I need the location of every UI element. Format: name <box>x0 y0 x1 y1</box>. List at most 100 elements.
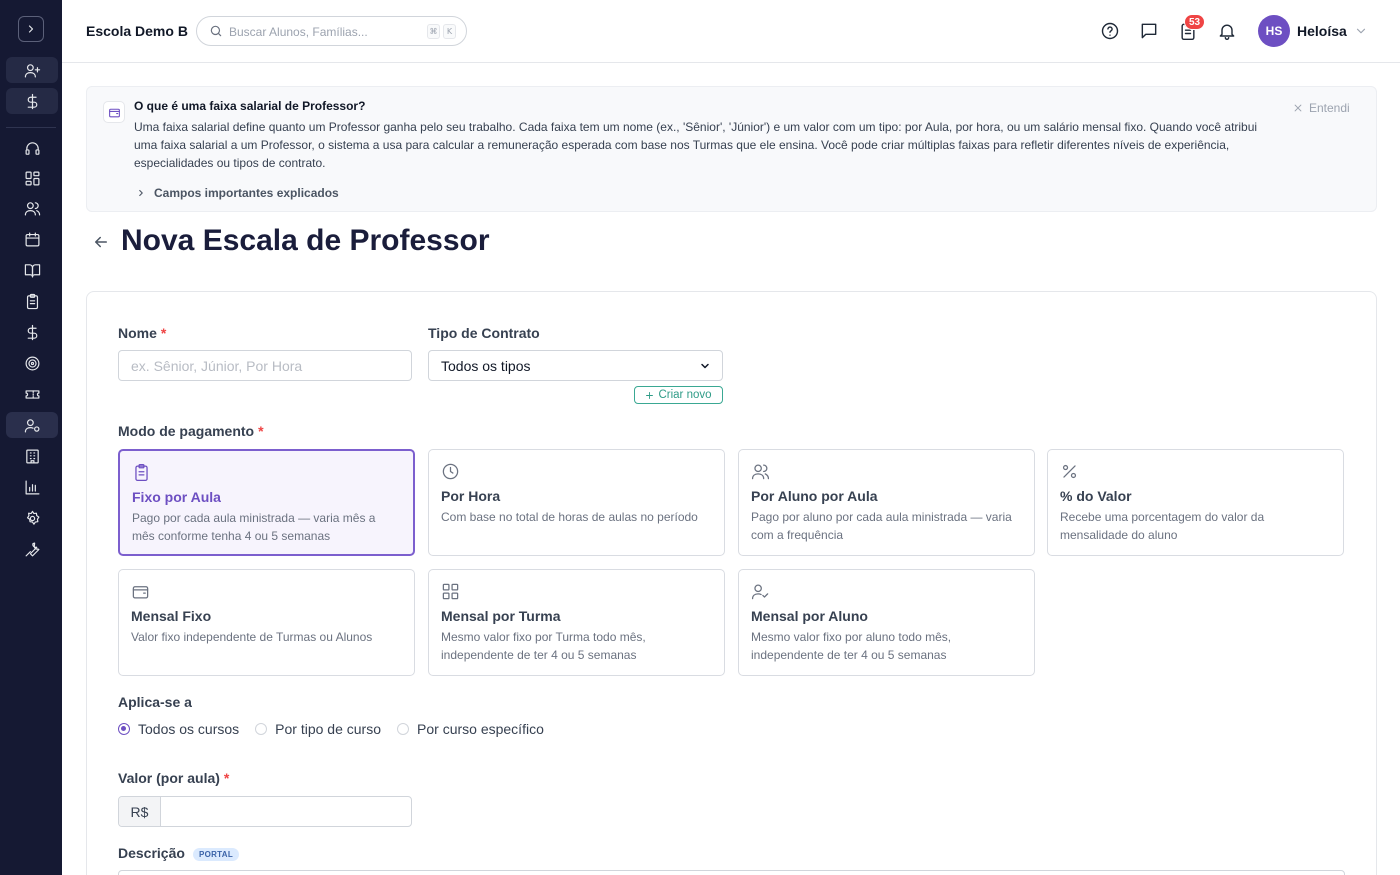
back-arrow-icon[interactable] <box>92 233 110 251</box>
payment-mode-monthly-fixed[interactable]: Mensal Fixo Valor fixo independente de T… <box>118 569 415 676</box>
close-icon <box>1294 104 1302 112</box>
shortcut-key-cmd: ⌘ <box>427 24 440 39</box>
banner-expand-toggle[interactable]: Campos importantes explicados <box>136 186 339 200</box>
create-contract-type-button[interactable]: Criar novo <box>634 386 723 404</box>
clipboard-icon <box>26 293 38 309</box>
user-check-icon <box>751 584 769 600</box>
payment-mode-percentage[interactable]: % do Valor Recebe uma porcentagem do val… <box>1047 449 1344 556</box>
payment-mode-title: % do Valor <box>1060 488 1132 504</box>
sidebar-item-school[interactable] <box>6 443 58 469</box>
radio-button[interactable] <box>118 723 130 735</box>
sidebar-item-reports[interactable] <box>6 474 58 500</box>
calendar-icon <box>25 232 39 246</box>
sidebar-item-add-student[interactable] <box>6 57 58 83</box>
contract-type-value: Todos os tipos <box>441 357 531 374</box>
users-icon <box>751 464 770 480</box>
search-input[interactable] <box>229 22 419 41</box>
banner-dismiss-button[interactable]: Entendi <box>1293 101 1350 115</box>
sidebar-item-attendance[interactable] <box>6 288 58 314</box>
sidebar-item-settings[interactable] <box>6 505 58 531</box>
radio-label: Por curso específico <box>417 721 544 737</box>
sidebar-item-people[interactable] <box>6 195 58 221</box>
currency-prefix: R$ <box>119 797 161 826</box>
sidebar-item-tools[interactable] <box>6 536 58 562</box>
user-cog-icon <box>24 418 39 432</box>
description-field-label: Descrição PORTAL <box>118 845 240 861</box>
payment-mode-hourly[interactable]: Por Hora Com base no total de horas de a… <box>428 449 725 556</box>
value-input[interactable] <box>162 797 410 826</box>
wrench-icon <box>25 542 39 556</box>
wallet-icon <box>108 108 120 117</box>
payment-mode-fixed-per-class[interactable]: Fixo por Aula Pago por cada aula ministr… <box>118 449 415 556</box>
top-bar: Escola Demo B ⌘ K 53 HS Heloísa <box>62 0 1400 63</box>
contract-type-select[interactable]: Todos os tipos <box>428 350 723 381</box>
payment-mode-title: Por Aluno por Aula <box>751 488 878 504</box>
info-banner: O que é uma faixa salarial de Professor?… <box>86 86 1377 212</box>
bell-icon <box>1219 24 1235 40</box>
payment-mode-description: Com base no total de horas de aulas no p… <box>441 510 698 524</box>
sidebar-item-payment[interactable] <box>6 88 58 114</box>
sidebar-item-teachers[interactable] <box>6 412 58 438</box>
dollar-icon <box>27 324 37 340</box>
notifications-button[interactable] <box>1217 21 1237 41</box>
user-name[interactable]: Heloísa <box>1297 23 1347 39</box>
radio-label: Todos os cursos <box>138 721 240 737</box>
user-avatar[interactable]: HS <box>1258 15 1290 47</box>
school-name: Escola Demo B <box>86 23 188 39</box>
payment-mode-description: Mesmo valor fixo por Turma todo mês, ind… <box>441 630 646 662</box>
messages-button[interactable] <box>1139 21 1159 41</box>
sidebar-item-goals[interactable] <box>6 350 58 376</box>
grid-icon <box>442 583 459 600</box>
sidebar-item-support[interactable] <box>6 135 58 161</box>
banner-title: O que é uma faixa salarial de Professor? <box>134 99 366 113</box>
create-new-label: Criar novo <box>658 389 712 401</box>
notification-count-badge: 53 <box>1184 14 1206 30</box>
radio-button[interactable] <box>397 723 410 735</box>
sidebar-item-calendar[interactable] <box>6 226 58 252</box>
description-textarea[interactable] <box>118 870 1345 875</box>
wallet-icon <box>132 586 149 599</box>
headset-icon <box>25 141 39 155</box>
sidebar-item-tickets[interactable] <box>6 381 58 407</box>
page-title: Nova Escala de Professor <box>121 224 490 257</box>
search-icon <box>210 25 222 37</box>
radio-label: Por tipo de curso <box>275 721 382 737</box>
payment-mode-description: Valor fixo independente de Turmas ou Alu… <box>131 630 373 644</box>
building-icon <box>25 449 39 463</box>
sidebar-toggle-button[interactable] <box>18 16 44 42</box>
sidebar <box>0 0 62 875</box>
payment-mode-description: Pago por cada aula ministrada — varia mê… <box>132 511 376 543</box>
user-plus-icon <box>24 63 40 77</box>
help-icon <box>1101 22 1119 40</box>
payment-mode-title: Mensal por Turma <box>441 608 561 624</box>
payment-mode-monthly-per-class[interactable]: Mensal por Turma Mesmo valor fixo por Tu… <box>428 569 725 676</box>
applies-to-radio-group: Todos os cursos Por tipo de curso Por cu… <box>118 721 560 737</box>
sidebar-item-courses[interactable] <box>6 257 58 283</box>
applies-all-courses-option[interactable]: Todos os cursos <box>118 721 239 737</box>
help-button[interactable] <box>1100 21 1120 41</box>
banner-text: Uma faixa salarial define quanto um Prof… <box>134 120 1258 170</box>
book-icon <box>24 263 40 277</box>
applies-course-type-option[interactable]: Por tipo de curso <box>255 721 381 737</box>
sidebar-item-dashboard[interactable] <box>6 165 58 191</box>
radio-button[interactable] <box>255 723 268 735</box>
search-box[interactable]: ⌘ K <box>196 16 467 46</box>
chevron-down-icon <box>701 363 709 369</box>
chat-icon <box>1141 23 1157 39</box>
dollar-icon <box>27 93 37 109</box>
payment-mode-per-student-per-class[interactable]: Por Aluno por Aula Pago por aluno por ca… <box>738 449 1035 556</box>
clock-icon <box>442 463 459 480</box>
name-input[interactable] <box>118 350 412 381</box>
settings-icon <box>26 510 39 525</box>
plus-icon <box>646 391 654 399</box>
payment-mode-label: Modo de pagamento * <box>118 423 264 439</box>
sidebar-item-finance[interactable] <box>6 319 58 345</box>
payment-mode-description: Recebe uma porcentagem do valor da mensa… <box>1060 510 1265 542</box>
chevron-right-icon <box>139 189 143 197</box>
payment-mode-monthly-per-student[interactable]: Mensal por Aluno Mesmo valor fixo por al… <box>738 569 1035 676</box>
target-icon <box>25 356 39 370</box>
applies-specific-course-option[interactable]: Por curso específico <box>397 721 544 737</box>
portal-tag: PORTAL <box>192 847 240 861</box>
ticket-icon <box>25 389 39 399</box>
chevron-down-icon[interactable] <box>1354 24 1368 38</box>
